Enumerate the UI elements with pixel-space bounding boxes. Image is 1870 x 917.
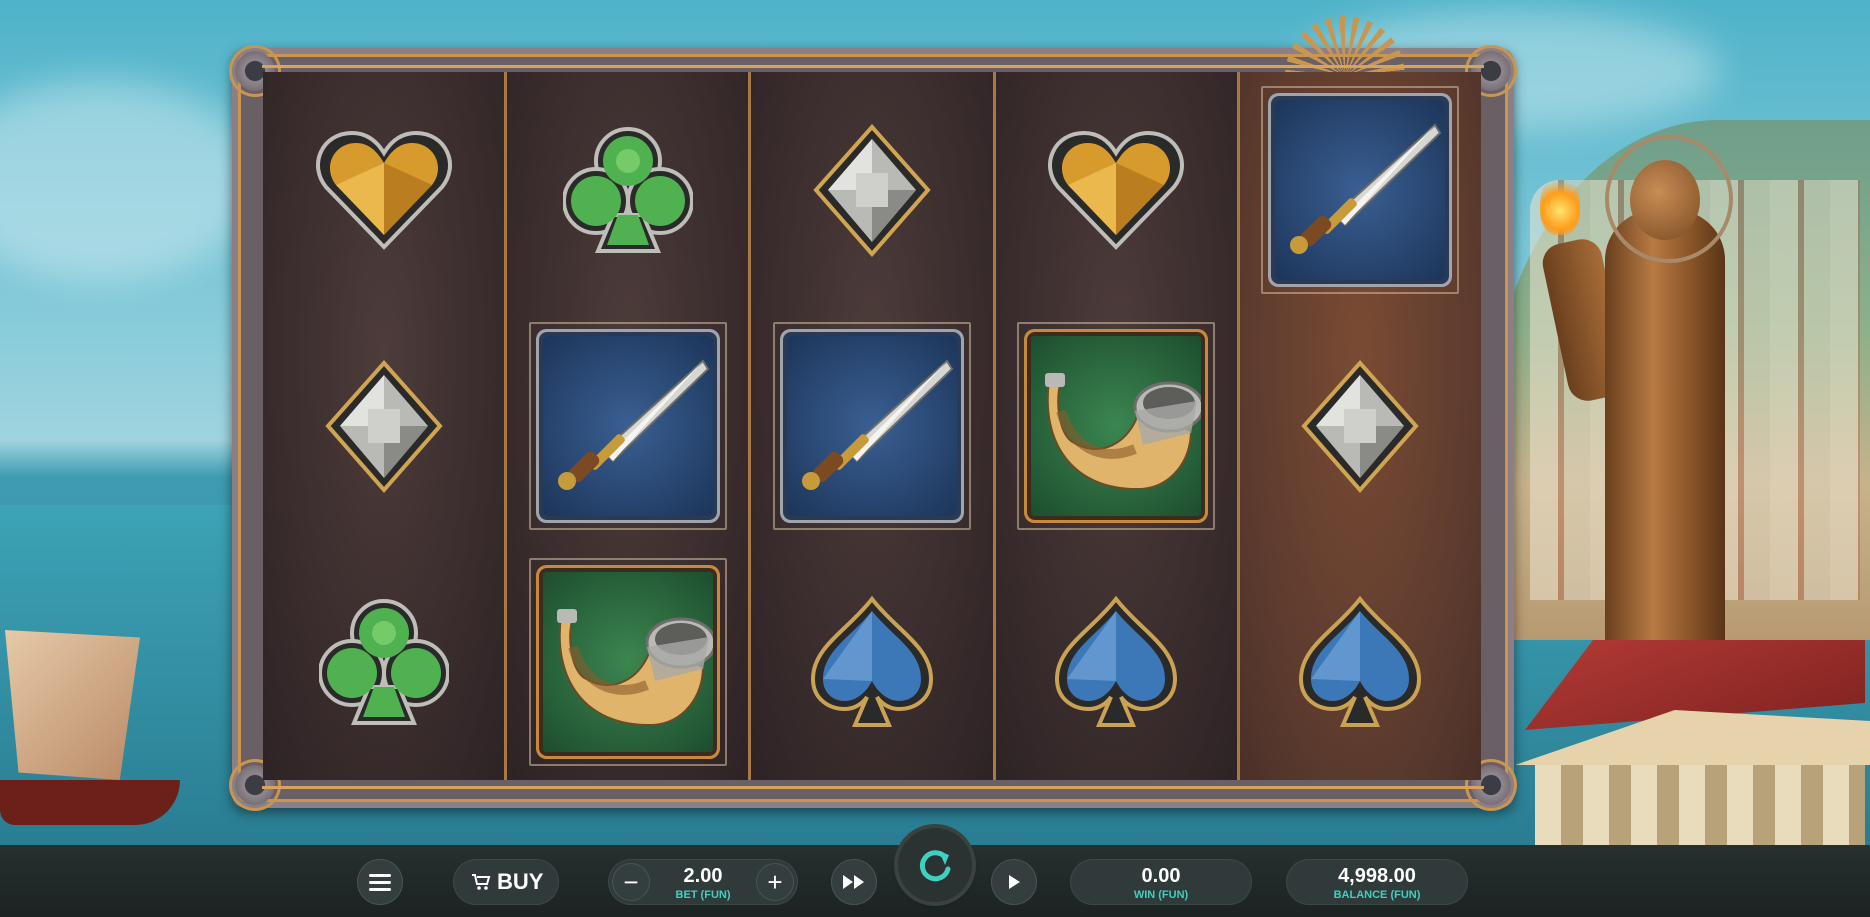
autoplay-button[interactable] [991, 859, 1037, 905]
club-green-icon [553, 115, 703, 265]
hamburger-menu-icon [369, 874, 391, 891]
symbol-diamond-silver [751, 72, 992, 308]
torch-flame [1540, 175, 1580, 235]
win-label: WIN (FUN) [1133, 889, 1189, 901]
fast-forward-icon [843, 875, 864, 889]
bet-increase-button[interactable]: + [756, 863, 794, 901]
turbo-button[interactable] [831, 859, 877, 905]
sailing-ship [0, 600, 180, 850]
reel-3 [748, 72, 993, 780]
reel-4 [992, 72, 1237, 780]
horn-green-tile-icon [1017, 322, 1216, 530]
symbol-horn-green-tile [507, 544, 748, 780]
play-icon [1009, 875, 1020, 889]
symbol-heart-gold [263, 72, 504, 308]
reel-grid [263, 72, 1482, 780]
temple [1515, 640, 1870, 850]
heart-gold-icon [309, 115, 459, 265]
buy-button[interactable]: BUY [453, 859, 559, 905]
reel-2 [504, 72, 749, 780]
reel-1 [263, 72, 505, 780]
club-green-icon [309, 587, 459, 737]
buy-label: BUY [497, 869, 544, 894]
symbol-horn-green-tile [996, 308, 1237, 544]
symbol-club-green [507, 72, 748, 308]
diamond-silver-icon [309, 351, 459, 501]
symbol-heart-gold [996, 72, 1237, 308]
symbol-spade-blue [996, 544, 1237, 780]
symbol-spade-blue [1240, 544, 1481, 780]
sword-blue-tile-icon [1261, 86, 1460, 294]
frame-trim-bottom [262, 786, 1484, 789]
sword-blue-tile-icon [528, 322, 727, 530]
reel-5 [1236, 72, 1482, 780]
cart-icon [472, 874, 491, 890]
spade-blue-icon [1041, 587, 1191, 737]
spin-arrow-icon [919, 850, 951, 882]
diamond-silver-icon [1285, 351, 1435, 501]
spade-blue-icon [1285, 587, 1435, 737]
heart-gold-icon [1041, 115, 1191, 265]
balance-value: 4,998.00 [1338, 865, 1416, 887]
colossus-statue [1535, 135, 1775, 660]
symbol-diamond-silver [263, 308, 504, 544]
symbol-sword-blue-tile [1240, 72, 1481, 308]
win-value: 0.00 [1141, 865, 1181, 887]
horn-green-tile-icon [528, 558, 727, 766]
symbol-diamond-silver [1240, 308, 1481, 544]
sword-blue-tile-icon [773, 322, 971, 530]
symbol-spade-blue [751, 544, 992, 780]
bet-control: − 2.00 BET (FUN) + [608, 859, 798, 905]
spade-blue-icon [797, 587, 947, 737]
win-display: 0.00 WIN (FUN) [1070, 859, 1252, 905]
frame-trim-top [262, 65, 1484, 68]
spin-button[interactable] [898, 828, 972, 902]
balance-display: 4,998.00 BALANCE (FUN) [1286, 859, 1468, 905]
symbol-club-green [263, 544, 504, 780]
diamond-silver-icon [797, 115, 947, 265]
menu-button[interactable] [357, 859, 403, 905]
symbol-sword-blue-tile [507, 308, 748, 544]
symbol-sword-blue-tile [751, 308, 992, 544]
balance-label: BALANCE (FUN) [1333, 889, 1421, 901]
